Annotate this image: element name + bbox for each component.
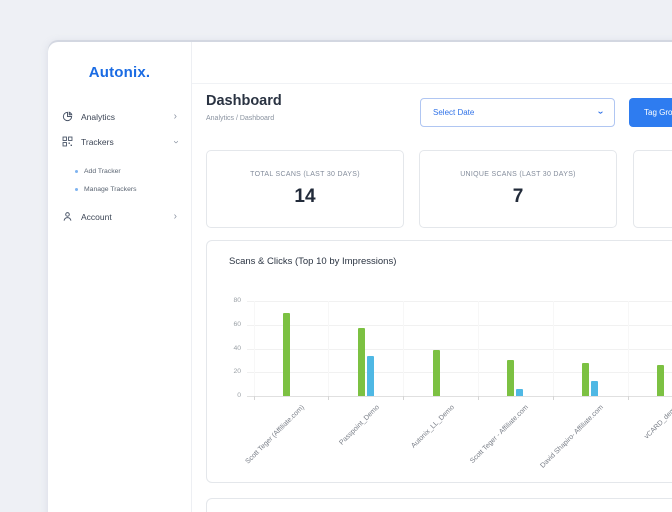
bar-clicks bbox=[516, 389, 523, 396]
x-axis-category-label: Passpoint_Demo bbox=[284, 404, 381, 501]
x-axis-tick bbox=[628, 396, 629, 400]
bar-chart-plot: 020406080Scott Teger (Affiliate.com)Pass… bbox=[207, 241, 672, 482]
y-axis-tick-label: 20 bbox=[207, 368, 241, 375]
vertical-gridline bbox=[478, 301, 479, 396]
bullet-icon bbox=[75, 170, 78, 173]
x-axis-category-label: Scott Teger (Affiliate.com) bbox=[209, 404, 306, 501]
x-axis-tick bbox=[478, 396, 479, 400]
vertical-gridline bbox=[628, 301, 629, 396]
sidebar: Autonix. Analytics › bbox=[48, 42, 192, 512]
y-axis-tick-label: 0 bbox=[207, 392, 241, 399]
sidebar-subitem-add-tracker[interactable]: Add Tracker bbox=[48, 162, 191, 180]
x-axis-tick bbox=[553, 396, 554, 400]
stat-label: UNIQUE SCANS (LAST 30 DAYS) bbox=[460, 171, 576, 178]
pie-chart-icon bbox=[62, 111, 73, 122]
chevron-right-icon: › bbox=[174, 212, 177, 222]
stat-value: 7 bbox=[513, 186, 524, 208]
scans-clicks-chart-card: Scans & Clicks (Top 10 by Impressions) 0… bbox=[206, 240, 672, 483]
bar-scans bbox=[358, 328, 365, 396]
stat-card-partial bbox=[633, 150, 672, 228]
sidebar-menu: Analytics › Trackers › A bbox=[48, 104, 191, 229]
select-date-dropdown[interactable]: Select Date › bbox=[420, 98, 615, 127]
bar-scans bbox=[582, 363, 589, 396]
sidebar-subitem-manage-trackers[interactable]: Manage Trackers bbox=[48, 180, 191, 198]
chevron-right-icon: › bbox=[174, 112, 177, 122]
y-axis-tick-label: 40 bbox=[207, 345, 241, 352]
tag-groups-button[interactable]: Tag Groups bbox=[629, 98, 672, 127]
vertical-gridline bbox=[403, 301, 404, 396]
x-axis-tick bbox=[403, 396, 404, 400]
sidebar-item-analytics[interactable]: Analytics › bbox=[48, 104, 191, 129]
bar-scans bbox=[657, 365, 664, 396]
subitem-label: Manage Trackers bbox=[84, 186, 137, 193]
qr-code-icon bbox=[62, 136, 73, 147]
chevron-down-icon: › bbox=[170, 140, 180, 143]
sidebar-item-label: Account bbox=[81, 212, 174, 222]
stat-card-unique-scans: UNIQUE SCANS (LAST 30 DAYS) 7 bbox=[419, 150, 617, 228]
subitem-label: Add Tracker bbox=[84, 168, 121, 175]
x-axis-tick bbox=[254, 396, 255, 400]
gridline bbox=[247, 372, 672, 373]
sidebar-item-label: Analytics bbox=[81, 112, 174, 122]
bar-clicks bbox=[367, 356, 374, 396]
stat-card-total-scans: TOTAL SCANS (LAST 30 DAYS) 14 bbox=[206, 150, 404, 228]
x-axis-category-label: David Shapiro- Affiliate.com bbox=[508, 404, 605, 501]
chevron-down-icon: › bbox=[595, 111, 606, 114]
app-logo: Autonix. bbox=[48, 64, 191, 81]
bar-scans bbox=[433, 350, 440, 396]
main-content: Dashboard Analytics / Dashboard Select D… bbox=[192, 42, 672, 512]
sidebar-item-account[interactable]: Account › bbox=[48, 204, 191, 229]
y-axis-tick-label: 80 bbox=[207, 297, 241, 304]
vertical-gridline bbox=[328, 301, 329, 396]
bar-clicks bbox=[591, 381, 598, 396]
page-head: Dashboard Analytics / Dashboard bbox=[206, 93, 282, 122]
bar-scans bbox=[507, 360, 514, 396]
gridline bbox=[247, 301, 672, 302]
gridline bbox=[247, 396, 672, 397]
app-window: Autonix. Analytics › bbox=[48, 42, 672, 512]
y-axis-tick-label: 60 bbox=[207, 321, 241, 328]
x-axis-tick bbox=[328, 396, 329, 400]
gridline bbox=[247, 349, 672, 350]
gridline bbox=[247, 325, 672, 326]
sidebar-item-trackers[interactable]: Trackers › bbox=[48, 129, 191, 154]
x-axis-category-label: vCARD_demo bbox=[583, 404, 672, 501]
next-card-partial bbox=[206, 498, 672, 512]
bullet-icon bbox=[75, 188, 78, 191]
page-title: Dashboard bbox=[206, 93, 282, 109]
stat-label: TOTAL SCANS (LAST 30 DAYS) bbox=[250, 171, 360, 178]
topbar bbox=[192, 42, 672, 84]
trackers-submenu: Add Tracker Manage Trackers bbox=[48, 162, 191, 198]
vertical-gridline bbox=[553, 301, 554, 396]
stat-value: 14 bbox=[294, 186, 315, 208]
bar-scans bbox=[283, 313, 290, 396]
user-icon bbox=[62, 211, 73, 222]
breadcrumb: Analytics / Dashboard bbox=[206, 115, 282, 122]
sidebar-item-label: Trackers bbox=[81, 137, 174, 147]
vertical-gridline bbox=[254, 301, 255, 396]
select-date-label: Select Date bbox=[433, 108, 599, 117]
